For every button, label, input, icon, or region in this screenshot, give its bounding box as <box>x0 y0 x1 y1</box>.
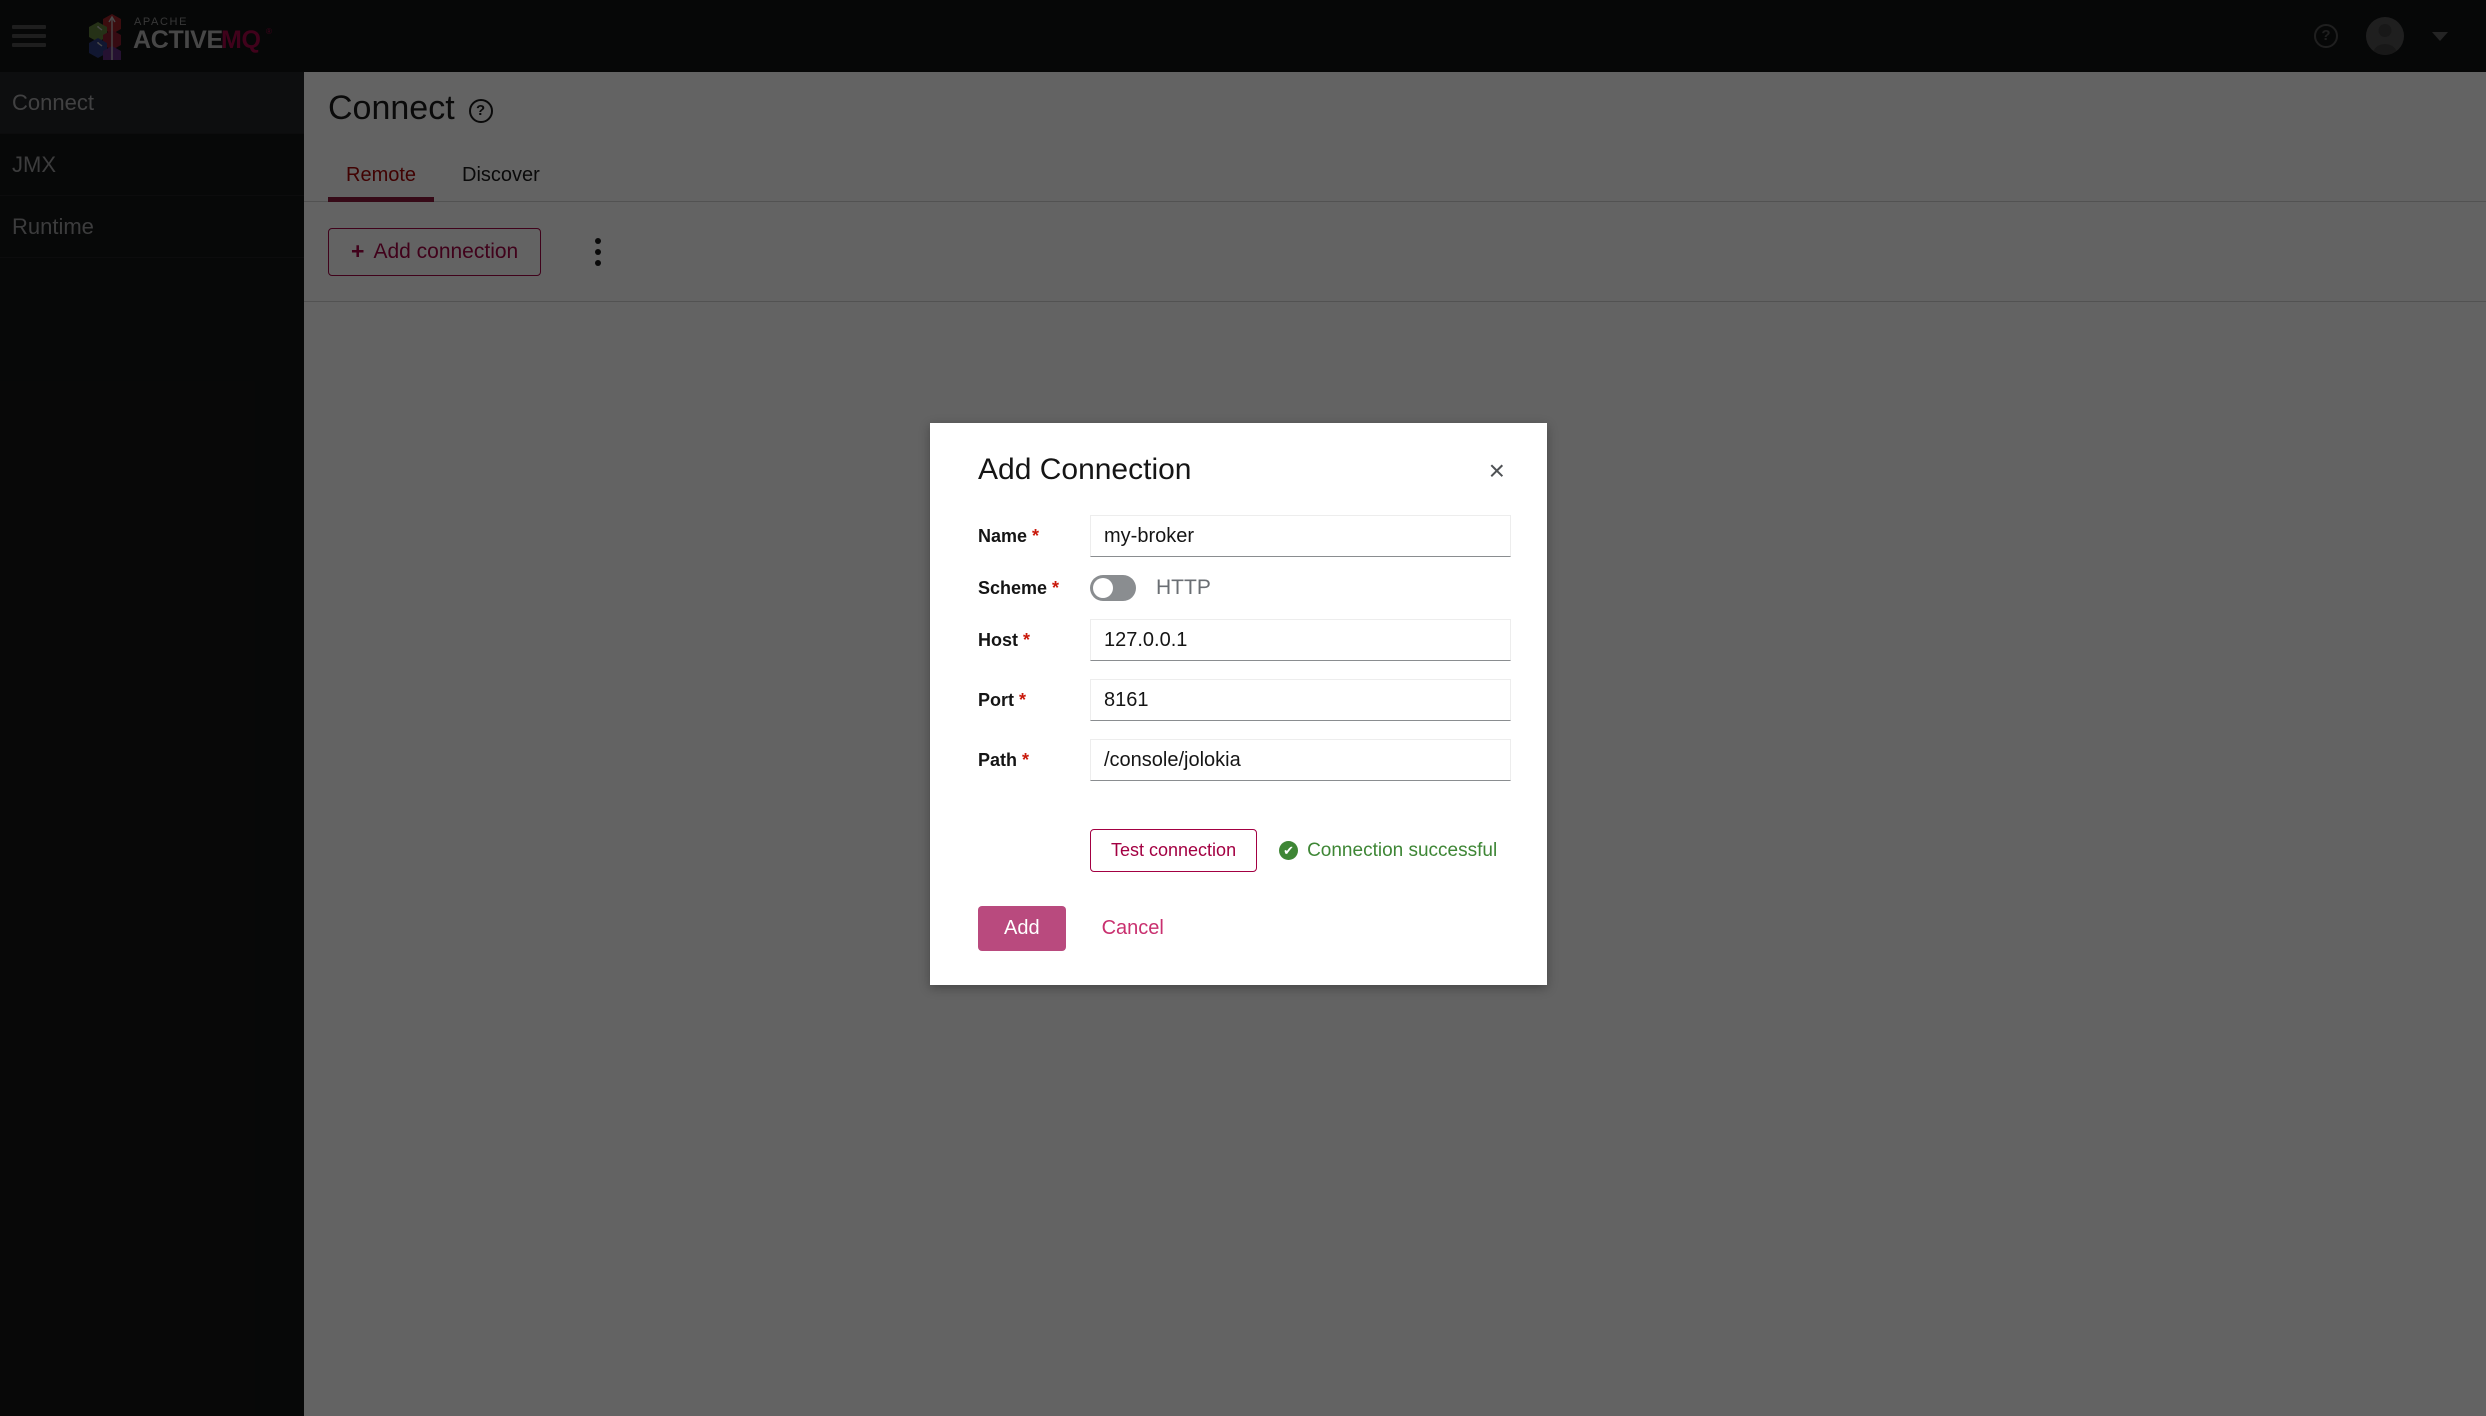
modal-header: Add Connection × <box>956 453 1511 489</box>
test-connection-button[interactable]: Test connection <box>1090 829 1258 872</box>
scheme-value: HTTP <box>1156 576 1211 599</box>
scheme-toggle[interactable] <box>1090 575 1136 601</box>
required-marker: * <box>1022 749 1030 770</box>
port-label-text: Port <box>978 689 1014 710</box>
required-marker: * <box>1032 525 1040 546</box>
name-label: Name * <box>978 526 1090 547</box>
required-marker: * <box>1019 689 1027 710</box>
host-label: Host * <box>978 630 1090 651</box>
modal-title: Add Connection <box>978 453 1192 486</box>
name-label-text: Name <box>978 525 1028 546</box>
path-label: Path * <box>978 750 1090 771</box>
port-input[interactable] <box>1090 679 1511 721</box>
form-row-host: Host * <box>956 619 1511 661</box>
form-row-path: Path * <box>956 739 1511 781</box>
port-label: Port * <box>978 690 1090 711</box>
scheme-control: HTTP <box>1090 575 1511 601</box>
cancel-button[interactable]: Cancel <box>1088 906 1178 951</box>
modal-actions: Add Cancel <box>956 906 1511 951</box>
close-icon[interactable]: × <box>1483 453 1511 489</box>
check-circle-icon: ✔ <box>1279 841 1299 860</box>
path-input[interactable] <box>1090 739 1511 781</box>
required-marker: * <box>1052 577 1060 598</box>
form-row-name: Name * <box>956 515 1511 557</box>
status-text: Connection successful <box>1307 839 1498 861</box>
add-button[interactable]: Add <box>978 906 1066 951</box>
test-connection-row: Test connection ✔ Connection successful <box>956 829 1511 872</box>
status-badge: ✔ Connection successful <box>1279 840 1497 862</box>
form-row-scheme: Scheme * HTTP <box>956 575 1511 601</box>
scheme-label: Scheme * <box>978 578 1090 599</box>
required-marker: * <box>1023 629 1031 650</box>
add-connection-modal: Add Connection × Name* Scheme* HTTP Host… <box>930 423 1547 985</box>
host-input[interactable] <box>1090 619 1511 661</box>
name-input[interactable] <box>1090 515 1511 557</box>
scheme-label-text: Scheme <box>978 577 1048 598</box>
host-label-text: Host <box>978 629 1018 650</box>
form-row-port: Port * <box>956 679 1511 721</box>
path-label-text: Path <box>978 749 1018 770</box>
